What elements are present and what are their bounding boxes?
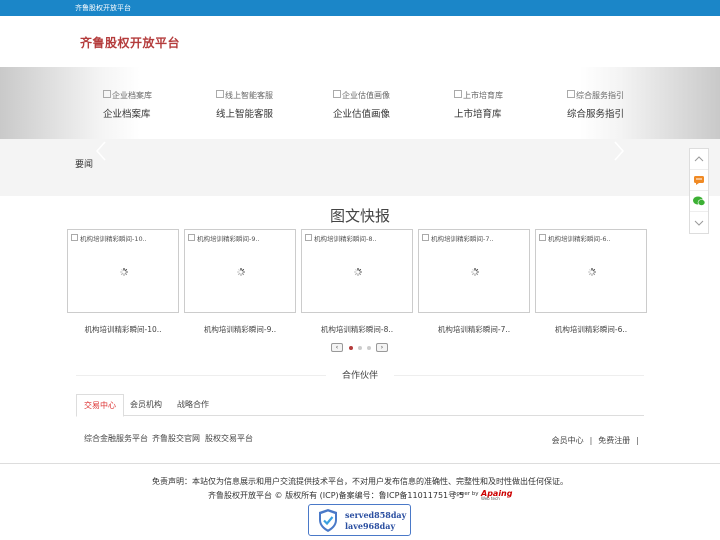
photo-card[interactable]: 机构培训精彩瞬间-6.. xyxy=(535,229,647,313)
loading-spinner-icon xyxy=(237,268,245,276)
partners-title: 合作伙伴 xyxy=(341,371,378,381)
service-banner: 企业档案库 企业档案库 线上智能客服 线上智能客服 企业估值画像 企业估值画像 … xyxy=(0,67,720,139)
top-site-name: 齐鲁股权开放平台 xyxy=(75,4,131,12)
nav-label: 线上智能客服 xyxy=(216,109,274,120)
nav-image: 企业估值画像 xyxy=(333,90,443,101)
news-prev-arrow[interactable] xyxy=(95,141,107,161)
card-caption[interactable]: 机构培训精彩瞬间-10.. xyxy=(67,324,179,335)
nav-label: 企业估值画像 xyxy=(333,109,391,120)
site-logo[interactable]: 齐鲁股权开放平台 xyxy=(80,34,180,51)
nav-item-enterprise-archive[interactable]: 企业档案库 企业档案库 xyxy=(103,90,213,120)
carousel-prev-button[interactable]: ‹ xyxy=(331,343,343,352)
card-caption[interactable]: 机构培训精彩瞬间-6.. xyxy=(535,324,647,335)
loading-spinner-icon xyxy=(471,268,479,276)
chat-icon xyxy=(694,175,704,185)
card-image: 机构培训精彩瞬间-8.. xyxy=(302,230,412,243)
photo-card[interactable]: 机构培训精彩瞬间-9.. xyxy=(184,229,296,313)
footer: 免责声明：本站仅为信息展示和用户交流提供技术平台，不对用户发布信息的准确性、完整… xyxy=(0,463,720,540)
badge-line: lave968day xyxy=(345,521,396,531)
card-caption[interactable]: 机构培训精彩瞬间-7.. xyxy=(418,324,530,335)
chat-button[interactable] xyxy=(690,170,708,191)
security-badge[interactable]: served858day lave968day xyxy=(308,504,411,536)
partners-heading: 合作伙伴 xyxy=(76,368,644,382)
carousel-next-button[interactable]: › xyxy=(376,343,388,352)
news-label: 要闻 xyxy=(75,160,94,170)
top-separator: | xyxy=(589,436,593,445)
photo-card[interactable]: 机构培训精彩瞬间-8.. xyxy=(301,229,413,313)
partner-link[interactable]: 综合金融服务平台 xyxy=(84,433,148,444)
nav-label: 企业档案库 xyxy=(103,109,151,120)
nav-image: 线上智能客服 xyxy=(216,90,326,101)
carousel-dot[interactable] xyxy=(349,346,353,350)
partner-tabs: 交易中心 会员机构 战略合作 xyxy=(76,394,644,417)
nav-label: 综合服务指引 xyxy=(567,109,625,120)
card-caption[interactable]: 机构培训精彩瞬间-8.. xyxy=(301,324,413,335)
nav-item-service-guide[interactable]: 综合服务指引 综合服务指引 xyxy=(567,90,627,120)
badge-text: served858day lave968day xyxy=(345,510,406,532)
card-image: 机构培训精彩瞬间-6.. xyxy=(536,230,646,243)
top-separator: | xyxy=(636,436,639,445)
card-caption[interactable]: 机构培训精彩瞬间-9.. xyxy=(184,324,296,335)
card-image: 机构培训精彩瞬间-10.. xyxy=(68,230,178,243)
card-image: 机构培训精彩瞬间-9.. xyxy=(185,230,295,243)
shield-icon xyxy=(319,509,337,532)
nav-label: 上市培育库 xyxy=(454,109,502,120)
copyright: 齐鲁股权开放平台 © 版权所有 (ICP)备案编号：鲁ICP备11011751号… xyxy=(208,491,465,500)
member-center-link[interactable]: 会员中心 xyxy=(549,436,587,445)
apaing-logo[interactable]: Apaing Web tech xyxy=(481,489,512,501)
nav-item-listing-incubation[interactable]: 上市培育库 上市培育库 xyxy=(454,90,564,120)
chevron-left-icon xyxy=(95,141,106,161)
news-strip: 要闻 xyxy=(0,139,720,196)
partner-link[interactable]: 股权交易平台 xyxy=(205,433,253,444)
nav-image: 上市培育库 xyxy=(454,90,564,101)
disclaimer: 免责声明：本站仅为信息展示和用户交流提供技术平台，不对用户发布信息的准确性、完整… xyxy=(152,477,568,486)
top-bar: 齐鲁股权开放平台 会员中心 | 免费注册 | xyxy=(0,0,720,445)
power-by-label: power by xyxy=(453,491,479,497)
loading-spinner-icon xyxy=(120,268,128,276)
tab-strategic-cooperation[interactable]: 战略合作 xyxy=(170,394,216,416)
photo-card[interactable]: 机构培训精彩瞬间-7.. xyxy=(418,229,530,313)
photo-card[interactable]: 机构培训精彩瞬间-10.. xyxy=(67,229,179,313)
card-image: 机构培训精彩瞬间-7.. xyxy=(419,230,529,243)
tab-member-institutions[interactable]: 会员机构 xyxy=(123,394,169,416)
carousel-dot[interactable] xyxy=(367,346,371,350)
top-links: 会员中心 | 免费注册 | xyxy=(549,433,642,449)
chevron-up-icon xyxy=(694,156,704,162)
nav-item-online-service[interactable]: 线上智能客服 线上智能客服 xyxy=(216,90,326,120)
register-link[interactable]: 免费注册 xyxy=(595,436,633,445)
nav-image: 综合服务指引 xyxy=(567,90,627,101)
tab-trading-center[interactable]: 交易中心 xyxy=(76,394,124,417)
loading-spinner-icon xyxy=(354,268,362,276)
chevron-right-icon xyxy=(614,141,625,161)
nav-image: 企业档案库 xyxy=(103,90,213,101)
partner-link[interactable]: 齐鲁股交官网 xyxy=(152,433,200,444)
scroll-up-button[interactable] xyxy=(690,149,708,170)
carousel-pager: ‹ › xyxy=(331,343,391,353)
nav-item-valuation[interactable]: 企业估值画像 企业估值画像 xyxy=(333,90,443,120)
badge-line: served858day xyxy=(345,510,407,520)
loading-spinner-icon xyxy=(588,268,596,276)
carousel-dot[interactable] xyxy=(358,346,362,350)
news-next-arrow[interactable] xyxy=(613,141,625,161)
section-title: 图文快报 xyxy=(329,207,390,225)
